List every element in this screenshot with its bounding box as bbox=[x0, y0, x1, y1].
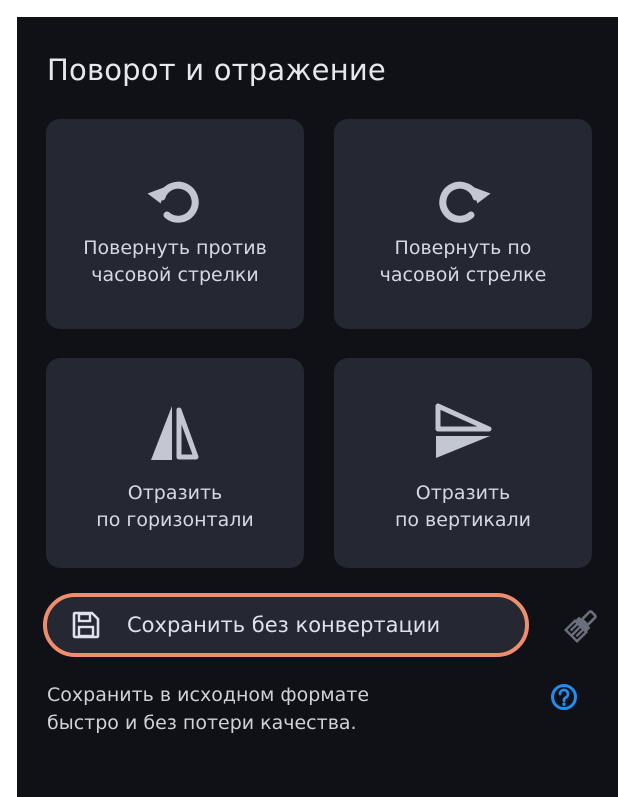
flip-horizontal-button[interactable]: Отразить по горизонтали bbox=[46, 358, 304, 568]
save-hint-text: Сохранить в исходном формате быстро и бе… bbox=[47, 684, 370, 734]
rotate-ccw-label: Повернуть против часовой стрелки bbox=[83, 237, 267, 286]
flip-vertical-button[interactable]: Отразить по вертикали bbox=[334, 358, 592, 568]
rotate-clockwise-button[interactable]: Повернуть по часовой стрелке bbox=[334, 119, 592, 329]
save-without-conversion-button[interactable]: Сохранить без конвертации bbox=[43, 593, 529, 657]
rotate-ccw-icon bbox=[147, 181, 199, 223]
flip-vertical-label: Отразить по вертикали bbox=[394, 482, 532, 531]
panel-title: Поворот и отражение bbox=[47, 53, 386, 87]
flip-horizontal-icon bbox=[151, 406, 199, 460]
rotate-counterclockwise-button[interactable]: Повернуть против часовой стрелки bbox=[46, 119, 304, 329]
floppy-disk-icon bbox=[72, 611, 100, 639]
help-icon[interactable] bbox=[550, 683, 578, 711]
flip-horizontal-label: Отразить по горизонтали bbox=[96, 482, 254, 531]
rotate-cw-icon bbox=[439, 181, 491, 223]
brush-icon[interactable] bbox=[564, 607, 600, 643]
flip-vertical-icon bbox=[435, 403, 492, 458]
rotate-cw-label: Повернуть по часовой стрелке bbox=[379, 237, 547, 286]
save-without-conversion-label: Сохранить без конвертации bbox=[127, 613, 441, 637]
